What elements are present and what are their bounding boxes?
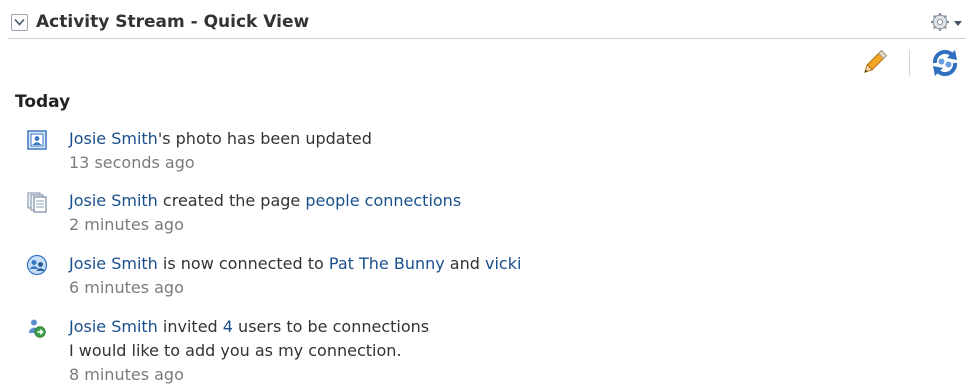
activity-description: Josie Smith invited 4 users to be connec… xyxy=(69,317,430,336)
toolbar-divider xyxy=(909,50,910,76)
actor-link[interactable]: Josie Smith xyxy=(69,317,158,336)
chevron-down-icon xyxy=(14,18,25,26)
invitation-message: I would like to add you as my connection… xyxy=(69,341,402,360)
actor-link[interactable]: Josie Smith xyxy=(69,129,158,148)
connection-link[interactable]: Pat The Bunny xyxy=(329,254,445,273)
activity-timestamp: 2 minutes ago xyxy=(69,215,184,234)
refresh-button[interactable] xyxy=(928,47,962,79)
activity-timestamp: 8 minutes ago xyxy=(69,365,184,384)
actor-link[interactable]: Josie Smith xyxy=(69,191,158,210)
invite-icon xyxy=(26,317,48,339)
section-heading-today: Today xyxy=(15,92,71,112)
activity-description: Josie Smith's photo has been updated xyxy=(69,129,372,148)
profile-photo-icon xyxy=(26,129,48,151)
actor-link[interactable]: Josie Smith xyxy=(69,254,158,273)
dropdown-arrow-icon xyxy=(954,21,962,26)
connections-icon xyxy=(26,254,48,276)
gear-icon xyxy=(931,13,962,31)
edit-button[interactable] xyxy=(858,47,890,79)
invited-count-link[interactable]: 4 xyxy=(223,317,233,336)
pencil-icon xyxy=(864,49,888,73)
refresh-icon xyxy=(932,49,958,77)
page-icon xyxy=(26,191,48,213)
activity-description: Josie Smith created the page people conn… xyxy=(69,191,462,210)
panel-header: Activity Stream - Quick View xyxy=(8,6,966,39)
activity-timestamp: 6 minutes ago xyxy=(69,278,184,297)
collapse-button[interactable] xyxy=(11,14,28,31)
page-link[interactable]: people connections xyxy=(305,191,461,210)
settings-menu-button[interactable] xyxy=(930,11,966,33)
connection-link[interactable]: vicki xyxy=(485,254,521,273)
activity-timestamp: 13 seconds ago xyxy=(69,153,195,172)
activity-description: Josie Smith is now connected to Pat The … xyxy=(69,254,522,273)
panel-title: Activity Stream - Quick View xyxy=(36,12,310,32)
